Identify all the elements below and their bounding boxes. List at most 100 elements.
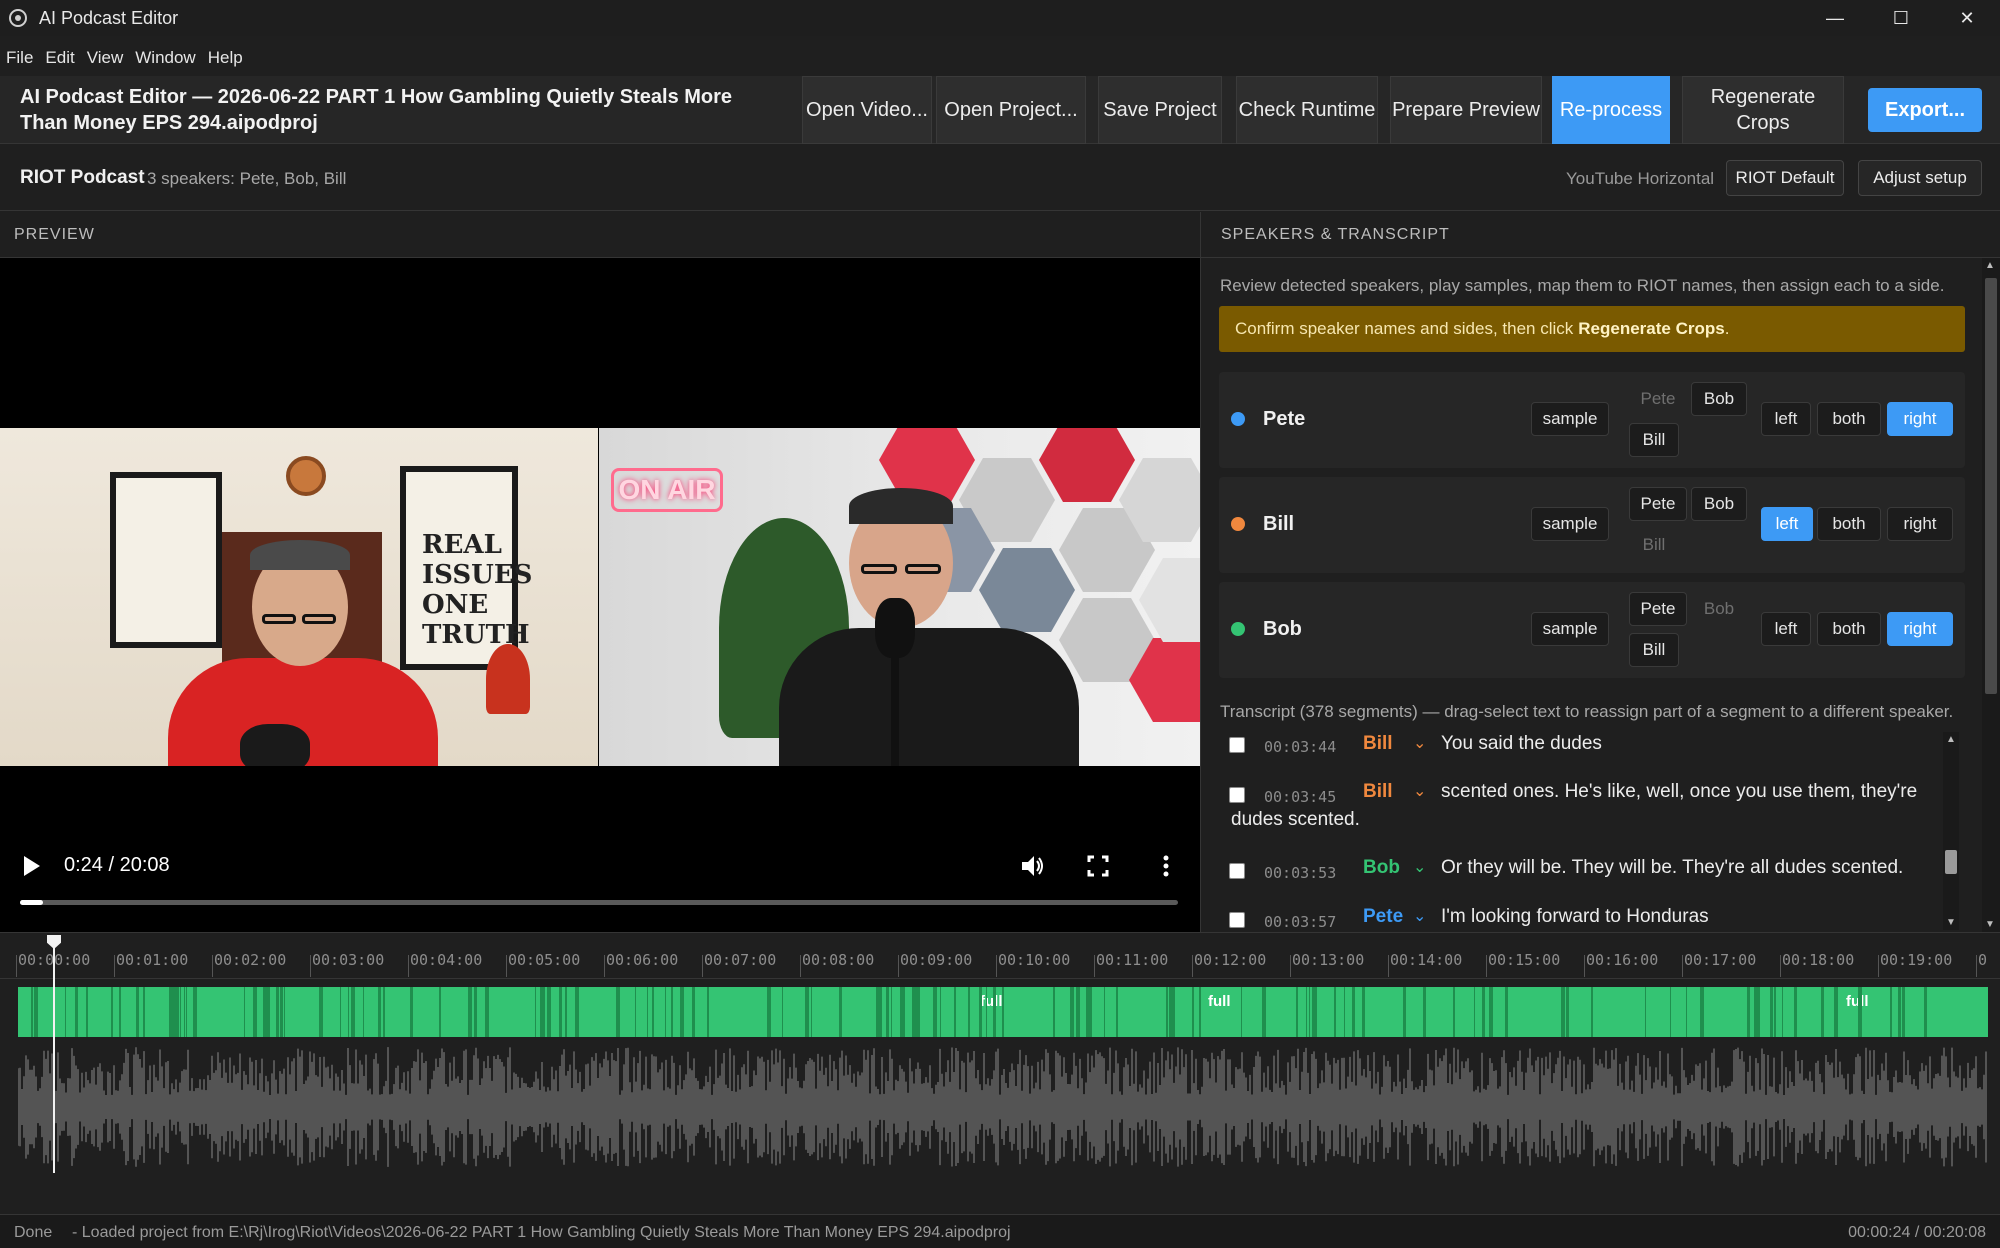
track-segment-boundary: [1482, 987, 1485, 1037]
segment-checkbox[interactable]: [1229, 787, 1245, 803]
video-progress-bar[interactable]: [20, 900, 1178, 905]
transcript-segment[interactable]: 00:03:45 Bill ⌄ scented ones. He's like,…: [1215, 778, 1955, 844]
sample-button[interactable]: sample: [1531, 507, 1609, 541]
segment-text[interactable]: You said the dudes: [1441, 730, 1951, 758]
side-both-button[interactable]: both: [1817, 612, 1881, 646]
scroll-down-icon[interactable]: ▼: [1985, 919, 1995, 930]
video-frame-right: ON AIR: [599, 428, 1200, 766]
track-segment-boundary: [1770, 987, 1773, 1037]
side-right-button[interactable]: right: [1887, 402, 1953, 436]
menu-help[interactable]: Help: [202, 48, 249, 68]
speakers-hint: Review detected speakers, play samples, …: [1220, 276, 1945, 295]
segment-speaker[interactable]: Bob: [1363, 854, 1400, 882]
video-player[interactable]: REAL ISSUES ONE TRUTH ON AIR 0:24 / 20:0…: [0, 258, 1200, 932]
segment-speaker[interactable]: Pete: [1363, 903, 1403, 931]
reprocess-button[interactable]: Re-process: [1552, 76, 1670, 144]
name-option-bob[interactable]: Bob: [1691, 487, 1747, 521]
track-segment-boundary: [1898, 987, 1901, 1037]
name-option-pete[interactable]: Pete: [1629, 382, 1687, 416]
time-ruler[interactable]: 00:00:0000:01:0000:02:0000:03:0000:04:00…: [0, 933, 2000, 979]
more-options-icon[interactable]: [1152, 852, 1180, 880]
ruler-tick: [1486, 955, 1487, 977]
chevron-down-icon[interactable]: ⌄: [1413, 778, 1426, 806]
save-project-button[interactable]: Save Project: [1098, 76, 1222, 144]
riot-default-button[interactable]: RIOT Default: [1726, 160, 1844, 196]
volume-icon[interactable]: [1018, 852, 1046, 880]
segment-checkbox[interactable]: [1229, 912, 1245, 928]
segment-text[interactable]: I'm looking forward to Honduras: [1441, 903, 1951, 931]
track-segment-boundary: [284, 987, 285, 1037]
track-segment-boundary: [808, 987, 809, 1037]
close-button[interactable]: ✕: [1934, 0, 2000, 36]
track-segment-boundary: [1315, 987, 1317, 1037]
transcript-scrollbar[interactable]: ▲ ▼: [1943, 732, 1959, 930]
segment-text-wrap[interactable]: dudes scented.: [1231, 806, 1360, 834]
name-option-pete[interactable]: Pete: [1629, 592, 1687, 626]
playhead[interactable]: [53, 943, 55, 1173]
side-left-button[interactable]: left: [1761, 612, 1811, 646]
name-option-bob[interactable]: Bob: [1691, 592, 1747, 626]
track-segment-boundary: [1686, 987, 1687, 1037]
fullscreen-icon[interactable]: [1084, 852, 1112, 880]
panel-scrollbar[interactable]: ▲ ▼: [1982, 258, 2000, 932]
track-segment-boundary: [276, 987, 279, 1037]
transcript-scroll-thumb[interactable]: [1945, 850, 1957, 874]
name-option-bill[interactable]: Bill: [1629, 423, 1679, 457]
sample-button[interactable]: sample: [1531, 612, 1609, 646]
track-segment-boundary: [559, 987, 562, 1037]
sample-button[interactable]: sample: [1531, 402, 1609, 436]
menu-view[interactable]: View: [81, 48, 130, 68]
ruler-tick: [1290, 955, 1291, 977]
track-segment-boundary: [75, 987, 78, 1037]
side-both-button[interactable]: both: [1817, 402, 1881, 436]
chevron-down-icon[interactable]: ⌄: [1413, 854, 1426, 882]
segment-checkbox[interactable]: [1229, 737, 1245, 753]
name-option-bill[interactable]: Bill: [1629, 633, 1679, 667]
menu-edit[interactable]: Edit: [39, 48, 80, 68]
side-left-button[interactable]: left: [1761, 402, 1811, 436]
chevron-down-icon[interactable]: ⌄: [1413, 903, 1426, 931]
side-right-button[interactable]: right: [1887, 507, 1953, 541]
transcript-segment[interactable]: 00:03:57 Pete ⌄ I'm looking forward to H…: [1215, 903, 1955, 932]
side-left-button[interactable]: left: [1761, 507, 1813, 541]
crop-track[interactable]: full full full: [18, 987, 1988, 1037]
track-segment-boundary: [1858, 987, 1862, 1037]
adjust-setup-button[interactable]: Adjust setup: [1858, 160, 1982, 196]
regenerate-crops-button[interactable]: Regenerate Crops: [1682, 76, 1844, 144]
minimize-button[interactable]: —: [1802, 0, 1868, 36]
banner-end: .: [1724, 319, 1730, 338]
segment-checkbox[interactable]: [1229, 863, 1245, 879]
maximize-button[interactable]: ☐: [1868, 0, 1934, 36]
side-right-button[interactable]: right: [1887, 612, 1953, 646]
transcript-segment[interactable]: 00:03:53 Bob ⌄ Or they will be. They wil…: [1215, 854, 1955, 894]
check-runtime-button[interactable]: Check Runtime: [1236, 76, 1378, 144]
timeline[interactable]: 00:00:0000:01:0000:02:0000:03:0000:04:00…: [0, 932, 2000, 1214]
speakers-summary: 3 speakers: Pete, Bob, Bill: [147, 169, 347, 188]
panel-scroll-thumb[interactable]: [1985, 278, 1997, 694]
open-video-button[interactable]: Open Video...: [802, 76, 932, 144]
transcript-list[interactable]: 00:03:44 Bill ⌄ You said the dudes 00:03…: [1215, 730, 1967, 932]
segment-speaker[interactable]: Bill: [1363, 730, 1393, 758]
name-option-bill[interactable]: Bill: [1629, 528, 1679, 562]
track-segment-boundary: [575, 987, 579, 1037]
track-segment-boundary: [671, 987, 673, 1037]
scroll-down-icon[interactable]: ▼: [1946, 917, 1956, 928]
export-button[interactable]: Export...: [1868, 88, 1982, 132]
play-icon[interactable]: [22, 854, 42, 878]
segment-speaker[interactable]: Bill: [1363, 778, 1393, 806]
menu-file[interactable]: File: [0, 48, 39, 68]
scroll-up-icon[interactable]: ▲: [1985, 260, 1995, 271]
audio-waveform[interactable]: [18, 1043, 1988, 1171]
prepare-preview-button[interactable]: Prepare Preview: [1390, 76, 1542, 144]
name-option-pete[interactable]: Pete: [1629, 487, 1687, 521]
scroll-up-icon[interactable]: ▲: [1946, 734, 1956, 745]
track-segment-boundary: [378, 987, 381, 1037]
chevron-down-icon[interactable]: ⌄: [1413, 730, 1426, 758]
segment-text[interactable]: scented ones. He's like, well, once you …: [1441, 778, 1951, 806]
transcript-segment[interactable]: 00:03:44 Bill ⌄ You said the dudes: [1215, 730, 1955, 770]
menu-window[interactable]: Window: [129, 48, 201, 68]
name-option-bob[interactable]: Bob: [1691, 382, 1747, 416]
segment-text[interactable]: Or they will be. They will be. They're a…: [1441, 854, 1951, 882]
open-project-button[interactable]: Open Project...: [936, 76, 1086, 144]
side-both-button[interactable]: both: [1817, 507, 1881, 541]
